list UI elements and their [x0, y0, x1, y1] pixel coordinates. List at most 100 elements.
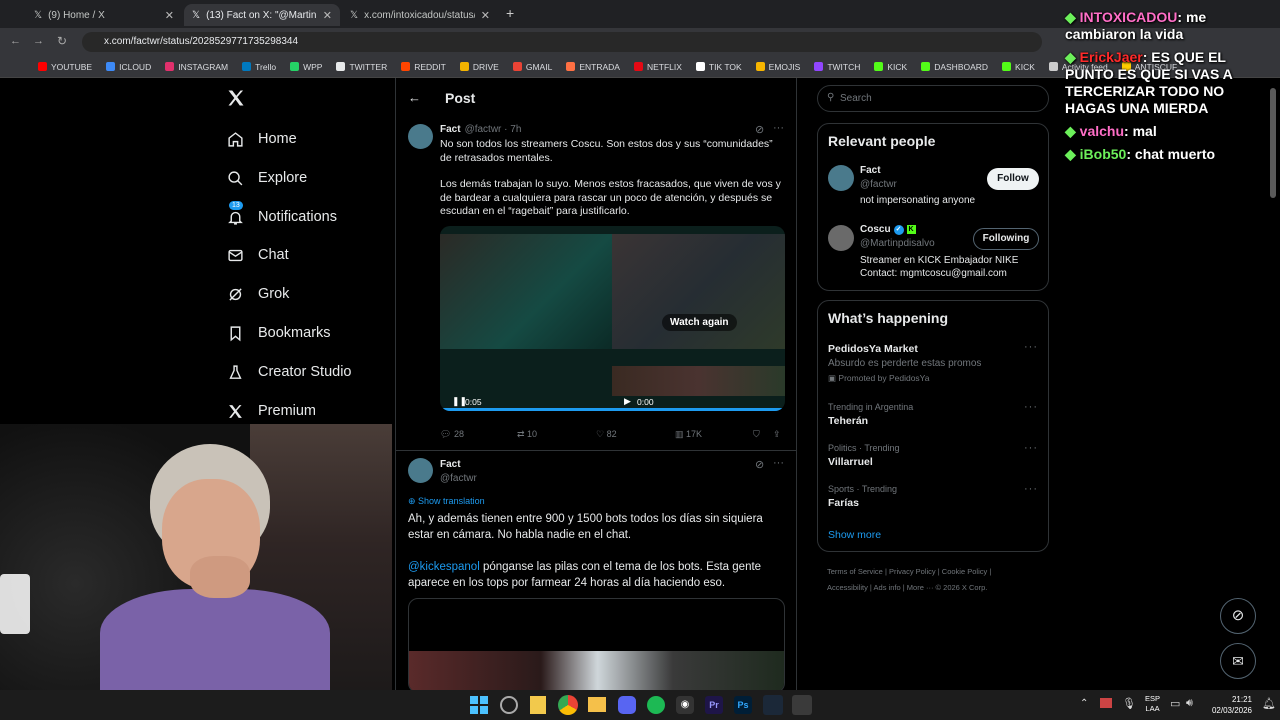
premiere-app-icon[interactable]: Pr: [705, 696, 723, 714]
reload-icon[interactable]: ↻: [57, 34, 67, 48]
show-more-link[interactable]: Show more: [828, 529, 881, 541]
like-button[interactable]: ♡ 82: [596, 429, 617, 440]
bookmark-item[interactable]: TIK TOK: [695, 62, 742, 72]
bookmark-item[interactable]: NETFLIX: [633, 62, 682, 72]
sidebar-item-bookmarks[interactable]: Bookmarks: [227, 319, 331, 347]
views-button[interactable]: ▥ 17K: [675, 429, 702, 440]
grok-icon[interactable]: ⊘: [755, 123, 764, 136]
grok-float-button[interactable]: ⊘: [1220, 598, 1256, 634]
follow-button[interactable]: Follow: [987, 168, 1039, 190]
x-logo-icon[interactable]: [226, 88, 246, 113]
person-name[interactable]: Fact: [860, 165, 881, 176]
bookmark-item[interactable]: GMAIL: [512, 62, 552, 72]
network-icon[interactable]: ▭: [1170, 697, 1180, 710]
close-tab-icon[interactable]: ✕: [481, 9, 490, 22]
trend-title[interactable]: Teherán: [828, 415, 868, 427]
tab-fact-post[interactable]: 𝕏 (13) Fact on X: "@Martinpdisalv ✕: [184, 4, 340, 26]
sidebar-item-grok[interactable]: Grok: [227, 280, 289, 308]
discord-app-icon[interactable]: [618, 696, 636, 714]
bookmark-item[interactable]: TWITCH: [814, 62, 860, 72]
bookmark-item[interactable]: KICK: [1002, 62, 1035, 72]
avatar[interactable]: [828, 165, 854, 191]
spotify-app-icon[interactable]: [647, 696, 665, 714]
avatar[interactable]: [408, 124, 433, 149]
bookmark-item[interactable]: ICLOUD: [106, 62, 151, 72]
trend-title[interactable]: Villarruel: [828, 456, 873, 468]
play-icon[interactable]: ▶: [624, 396, 631, 407]
footer-link[interactable]: Ads info: [874, 583, 901, 592]
promo-title[interactable]: PedidosYa Market: [828, 343, 918, 355]
sidebar-item-home[interactable]: Home: [227, 125, 297, 153]
video-player[interactable]: Watch again ❚❚ 0:05 ▶ 0:00: [440, 226, 785, 411]
footer-link[interactable]: Cookie Policy: [942, 567, 987, 576]
footer-link[interactable]: Privacy Policy: [889, 567, 936, 576]
more-icon[interactable]: ···: [1024, 483, 1038, 495]
language-indicator[interactable]: ESP LAA: [1145, 694, 1160, 714]
bookmark-item[interactable]: Trello: [242, 62, 276, 72]
sidebar-item-premium[interactable]: Premium: [227, 397, 316, 425]
sidebar-item-explore[interactable]: Explore: [227, 164, 307, 192]
start-icon[interactable]: [470, 696, 488, 714]
messages-float-button[interactable]: ✉: [1220, 643, 1256, 679]
more-icon[interactable]: ···: [773, 457, 784, 469]
tab-home[interactable]: 𝕏 (9) Home / X ✕: [26, 4, 182, 26]
forward-icon[interactable]: →: [33, 35, 44, 47]
app-icon[interactable]: [792, 695, 812, 715]
close-tab-icon[interactable]: ✕: [165, 9, 174, 22]
video-progress-bar[interactable]: [440, 408, 785, 411]
bookmark-item[interactable]: DASHBOARD: [921, 62, 988, 72]
tray-chevron-icon[interactable]: ⌃: [1080, 698, 1088, 709]
tray-app-icon[interactable]: [1100, 698, 1112, 708]
avatar[interactable]: [828, 225, 854, 251]
back-arrow-icon[interactable]: ←: [408, 90, 421, 105]
close-tab-icon[interactable]: ✕: [323, 9, 332, 22]
reply-button[interactable]: 💬︎ 28: [440, 429, 464, 440]
bookmark-icon[interactable]: ⛉: [753, 429, 760, 440]
chrome-app-icon[interactable]: [558, 695, 578, 715]
person-name[interactable]: Coscu: [860, 224, 891, 235]
bookmark-item[interactable]: KICK: [874, 62, 907, 72]
obs-app-icon[interactable]: ◉: [676, 696, 694, 714]
microphone-icon[interactable]: 🎙︎: [1122, 697, 1136, 710]
footer-link[interactable]: Accessibility: [827, 583, 868, 592]
footer-link[interactable]: More ···: [907, 583, 934, 592]
more-icon[interactable]: ···: [773, 122, 784, 134]
bookmark-item[interactable]: DRIVE: [459, 62, 499, 72]
url-field[interactable]: x.com/factwr/status/2028529771735298344: [82, 32, 1042, 52]
avatar[interactable]: [408, 458, 433, 483]
mention-link[interactable]: @kickespanol: [408, 561, 480, 573]
author-name[interactable]: Fact: [440, 124, 461, 135]
clock[interactable]: 21:21 02/03/2026: [1208, 694, 1252, 716]
sidebar-item-creator-studio[interactable]: Creator Studio: [227, 358, 352, 386]
bookmark-item[interactable]: ENTRADA: [566, 62, 620, 72]
bookmark-item[interactable]: INSTAGRAM: [165, 62, 228, 72]
bookmark-item[interactable]: EMOJIS: [755, 62, 800, 72]
steam-app-icon[interactable]: [763, 695, 783, 715]
repost-button[interactable]: ⇄ 10: [517, 429, 537, 440]
following-button[interactable]: Following: [973, 228, 1039, 250]
file-explorer-icon[interactable]: [588, 697, 606, 712]
bookmark-item[interactable]: YOUTUBE: [38, 62, 92, 72]
more-icon[interactable]: ···: [1024, 341, 1038, 353]
photoshop-app-icon[interactable]: Ps: [734, 696, 752, 714]
back-icon[interactable]: ←: [10, 35, 21, 47]
sidebar-item-chat[interactable]: Chat: [227, 241, 289, 269]
footer-link[interactable]: Terms of Service: [827, 567, 883, 576]
share-icon[interactable]: ⇪: [773, 429, 781, 440]
notes-app-icon[interactable]: [530, 696, 546, 714]
trend-title[interactable]: Farías: [828, 497, 859, 509]
bookmark-item[interactable]: REDDIT: [401, 62, 446, 72]
volume-icon[interactable]: 🔊︎: [1186, 697, 1193, 710]
author-name[interactable]: Fact: [440, 459, 461, 470]
media-preview[interactable]: [408, 598, 785, 690]
more-icon[interactable]: ···: [1024, 442, 1038, 454]
notification-bell-icon[interactable]: 🔔︎: [1262, 697, 1276, 710]
show-translation-link[interactable]: ⊕ Show translation: [408, 496, 485, 507]
grok-icon[interactable]: ⊘: [755, 458, 764, 471]
bookmark-item[interactable]: TWITTER: [336, 62, 387, 72]
search-input[interactable]: ⚲ Search: [817, 85, 1049, 112]
watch-again-button[interactable]: Watch again: [662, 314, 737, 331]
sidebar-item-notifications[interactable]: 13 Notifications: [227, 200, 337, 231]
more-icon[interactable]: ···: [1024, 401, 1038, 413]
bookmark-item[interactable]: WPP: [290, 62, 322, 72]
